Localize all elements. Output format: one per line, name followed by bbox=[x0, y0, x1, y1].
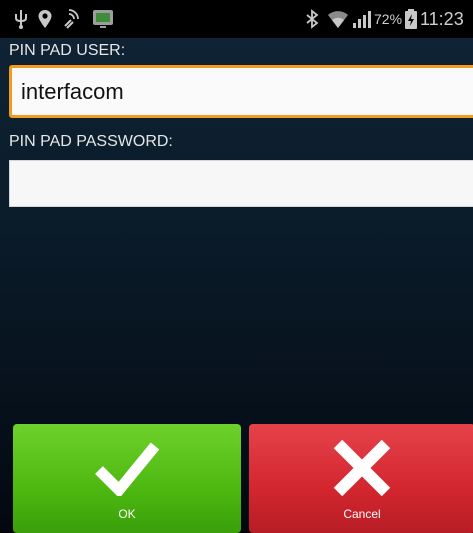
pin-pad-user-input[interactable] bbox=[12, 68, 473, 115]
pin-pad-password-input[interactable] bbox=[10, 161, 473, 206]
cancel-label: Cancel bbox=[343, 507, 381, 521]
pin-pad-password-field[interactable] bbox=[9, 160, 473, 207]
clock: 11:23 bbox=[420, 9, 464, 29]
status-bar: 72% 11:23 bbox=[0, 0, 473, 38]
cancel-button[interactable]: Cancel bbox=[249, 424, 473, 533]
close-icon bbox=[332, 439, 392, 501]
location-pin-icon bbox=[37, 8, 53, 30]
ok-label: OK bbox=[118, 507, 136, 521]
screen-mirror-icon bbox=[92, 8, 114, 30]
checkmark-icon bbox=[95, 440, 160, 501]
signal-icon bbox=[350, 8, 372, 30]
pin-pad-password-label: PIN PAD PASSWORD: bbox=[9, 133, 173, 150]
pin-pad-user-field[interactable] bbox=[9, 65, 473, 118]
battery-percent: 72% bbox=[374, 11, 403, 27]
settings-form: PIN PAD USER: PIN PAD PASSWORD: OK Cance… bbox=[0, 38, 473, 533]
bluetooth-icon bbox=[305, 8, 319, 30]
battery-charging-icon bbox=[404, 8, 418, 30]
usb-icon bbox=[13, 8, 29, 30]
nfc-icon bbox=[62, 8, 84, 30]
ok-button[interactable]: OK bbox=[13, 424, 241, 533]
pin-pad-user-label: PIN PAD USER: bbox=[9, 42, 126, 59]
wifi-icon bbox=[327, 8, 349, 30]
